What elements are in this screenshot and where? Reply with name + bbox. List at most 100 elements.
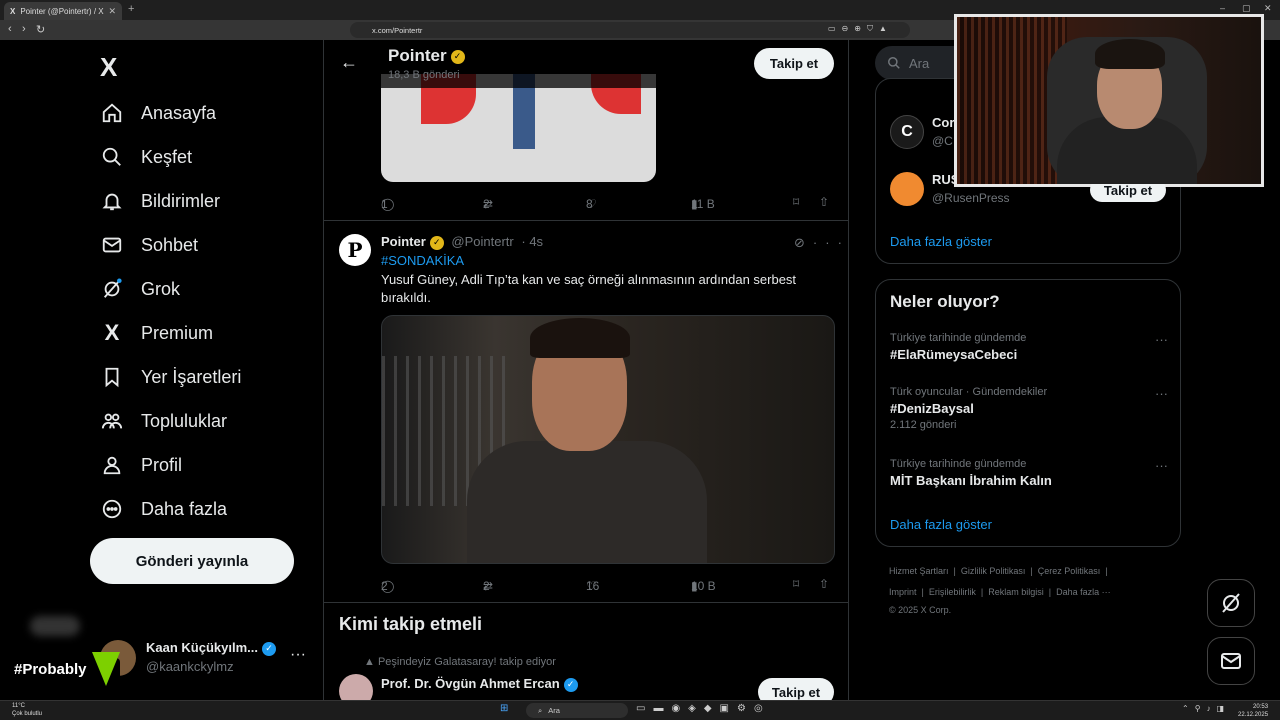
- trend-context: Türkiye tarihinde gündemde: [890, 332, 1027, 344]
- maximize-icon[interactable]: ▢: [1242, 3, 1251, 14]
- nav-label: Keşfet: [141, 146, 193, 167]
- nav-bookmarks[interactable]: Yer İşaretleri: [100, 361, 241, 393]
- nav-more[interactable]: Daha fazla: [100, 493, 227, 525]
- footer-link[interactable]: Gizlilik Politikası: [961, 566, 1026, 576]
- more-options-icon[interactable]: ···: [1155, 386, 1168, 401]
- nav-grok[interactable]: Grok: [100, 273, 180, 305]
- x-icon: X: [104, 320, 120, 345]
- more-options-icon[interactable]: ···: [1155, 458, 1168, 473]
- nav-explore[interactable]: Keşfet: [100, 141, 192, 173]
- search-icon: [888, 57, 900, 69]
- verified-badge-icon: ✓: [261, 641, 276, 656]
- footer-links: Hizmet Şartları | Gizlilik Politikası | …: [889, 566, 1108, 576]
- nav-notifications[interactable]: Bildirimler: [100, 185, 220, 217]
- hair-shape: [530, 318, 630, 358]
- tweet-handle[interactable]: @Pointertr: [451, 234, 513, 249]
- nav-label: Bildirimler: [141, 190, 221, 211]
- avatar[interactable]: P: [339, 234, 371, 266]
- footer-link[interactable]: Reklam bilgisi: [988, 587, 1044, 597]
- show-more-link[interactable]: Daha fazla göster: [890, 517, 992, 532]
- tweet-actions: ◯ 2 ⇄ 2 ♡ 16 ▮ 10 B ⌑ ⇧: [381, 577, 830, 593]
- taskbar-apps[interactable]: ▭▬◉◈◆▣⚙◎: [636, 703, 771, 714]
- grok-icon: [100, 277, 124, 301]
- share-icon[interactable]: ⇧: [819, 195, 829, 209]
- taskbar-search[interactable]: ⌕ Ara: [526, 703, 628, 718]
- tweet-time[interactable]: · 4s: [521, 234, 543, 249]
- avatar: C: [890, 115, 924, 149]
- nav-messages[interactable]: Sohbet: [100, 229, 198, 261]
- follow-button[interactable]: Takip et: [754, 48, 834, 79]
- url-field[interactable]: x.com/Pointertr: [350, 22, 910, 38]
- browser-tab[interactable]: X Pointer (@Pointertr) / X ✕: [4, 2, 122, 20]
- taskbar-clock[interactable]: 20:53 22.12.2025: [1238, 703, 1268, 719]
- footer-link[interactable]: Imprint: [889, 587, 917, 597]
- footer-link[interactable]: Daha fazla ···: [1056, 587, 1111, 597]
- nav-home[interactable]: Anasayfa: [100, 97, 216, 129]
- trend-item[interactable]: Türk oyuncular · Gündemdekiler #DenizBay…: [890, 386, 1168, 431]
- bookmark-icon: [100, 365, 124, 389]
- trend-title: MİT Başkanı İbrahim Kalın: [890, 473, 1052, 488]
- weather-widget[interactable]: 11°C Çok bulutlu: [12, 702, 42, 718]
- nav-label: Grok: [141, 278, 181, 299]
- close-window-icon[interactable]: ✕: [1264, 3, 1272, 14]
- tweet-image[interactable]: [381, 315, 835, 564]
- mail-icon: [100, 233, 124, 257]
- tweet-author[interactable]: Pointer: [381, 234, 426, 249]
- footer-links: Imprint | Erişilebilirlik | Reklam bilgi…: [889, 587, 1111, 597]
- divider: [324, 602, 848, 603]
- avatar: [890, 172, 924, 206]
- trend-item[interactable]: Türkiye tarihinde gündemde #ElaRümeysaCe…: [890, 332, 1168, 362]
- trend-count: 2.112 gönderi: [890, 419, 957, 431]
- minimize-icon[interactable]: –: [1220, 3, 1225, 13]
- grok-icon[interactable]: ⊘: [794, 235, 813, 250]
- reload-icon[interactable]: ↻: [36, 23, 45, 36]
- share-icon[interactable]: ⇧: [819, 577, 829, 591]
- system-tray-icons[interactable]: ⌃⚲♪◨: [1182, 704, 1230, 713]
- person-shape: [467, 441, 707, 563]
- close-tab-icon[interactable]: ✕: [108, 6, 116, 17]
- profile-header-bar: ← Pointer ✓ 18,3 B gönderi Takip et: [324, 40, 848, 88]
- people-icon: [100, 409, 124, 433]
- trends-card: Neler oluyor? Türkiye tarihinde gündemde…: [875, 279, 1181, 547]
- bookmark-icon[interactable]: ⌑: [793, 195, 799, 209]
- post-button[interactable]: Gönderi yayınla: [90, 538, 294, 584]
- nav-label: Daha fazla: [141, 498, 228, 519]
- bookmark-icon[interactable]: ⌑: [793, 577, 799, 591]
- blurred-badge: [30, 616, 80, 636]
- overlay-badge-text: #Probably: [14, 660, 87, 678]
- address-bar-icons[interactable]: ▭⊖⊕⛉▲: [828, 24, 893, 34]
- grok-fab[interactable]: [1207, 579, 1255, 627]
- x-logo[interactable]: X: [100, 52, 117, 83]
- clock-date: 22.12.2025: [1238, 712, 1269, 718]
- forward-nav-icon[interactable]: ›: [22, 23, 26, 35]
- nav-profile[interactable]: Profil: [100, 449, 182, 481]
- weather-desc: Çok bulutlu: [12, 711, 43, 717]
- profile-name: Pointer ✓: [388, 46, 465, 66]
- more-options-icon[interactable]: ···: [1155, 332, 1168, 347]
- suggestion-name[interactable]: Prof. Dr. Övgün Ahmet Ercan ✓: [381, 676, 578, 692]
- more-options-icon[interactable]: ···: [290, 646, 306, 664]
- search-icon: ⌕: [538, 705, 543, 715]
- tab-title: Pointer (@Pointertr) / X: [20, 6, 104, 16]
- show-more-link[interactable]: Daha fazla göster: [890, 234, 992, 249]
- tweet-image[interactable]: [381, 74, 656, 182]
- hashtag-link[interactable]: #SONDAKİKA: [381, 253, 464, 268]
- footer-link[interactable]: Erişilebilirlik: [929, 587, 976, 597]
- back-nav-icon[interactable]: ‹: [8, 23, 12, 35]
- windows-start-icon[interactable]: ⊞: [500, 703, 508, 714]
- account-switcher[interactable]: Kaan Küçükyılm... ✓ @kaankckylmz ···: [100, 636, 310, 680]
- overlay-triangle: [92, 652, 120, 686]
- nav-communities[interactable]: Topluluklar: [100, 405, 227, 437]
- taskbar-search-placeholder: Ara: [548, 706, 560, 715]
- back-arrow-icon[interactable]: ←: [340, 52, 358, 73]
- new-tab-icon[interactable]: +: [128, 3, 134, 15]
- footer-link[interactable]: Çerez Politikası: [1038, 566, 1101, 576]
- nav-premium[interactable]: X Premium: [100, 317, 213, 349]
- follow-button[interactable]: Takip et: [758, 678, 834, 700]
- more-options-icon[interactable]: ···: [813, 235, 848, 250]
- trend-item[interactable]: Türkiye tarihinde gündemde MİT Başkanı İ…: [890, 458, 1168, 488]
- avatar[interactable]: [339, 674, 373, 700]
- footer-link[interactable]: Hizmet Şartları: [889, 566, 949, 576]
- verified-gold-icon: ✓: [429, 235, 444, 250]
- messages-fab[interactable]: [1207, 637, 1255, 685]
